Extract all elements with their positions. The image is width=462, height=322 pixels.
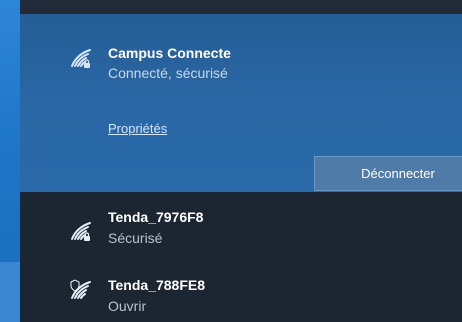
wifi-secure-icon xyxy=(71,222,91,241)
available-network-row-2[interactable]: Tenda_788FE8 Ouvrir xyxy=(20,266,462,322)
connected-network-status: Connecté, sécurisé xyxy=(108,65,228,81)
connected-network-row[interactable]: Campus Connecte Connecté, sécurisé xyxy=(20,14,462,81)
wifi-open-shield-icon xyxy=(70,279,91,299)
network-status: Ouvrir xyxy=(108,298,147,314)
wifi-secure-icon xyxy=(71,49,91,68)
connected-network-card[interactable]: Campus Connecte Connecté, sécurisé Propr… xyxy=(20,14,462,192)
available-network-row-1[interactable]: Tenda_7976F8 Sécurisé xyxy=(20,205,462,261)
network-name: Tenda_788FE8 xyxy=(108,277,206,293)
wifi-network-panel: Campus Connecte Connecté, sécurisé Propr… xyxy=(0,0,462,322)
desktop-edge-bottom xyxy=(0,262,20,322)
network-name: Tenda_7976F8 xyxy=(108,209,204,225)
properties-link[interactable]: Propriétés xyxy=(108,121,167,136)
flyout-top-bar xyxy=(20,0,462,14)
connected-network-name: Campus Connecte xyxy=(108,45,231,61)
disconnect-button[interactable]: Déconnecter xyxy=(314,156,462,191)
network-status: Sécurisé xyxy=(108,230,163,246)
